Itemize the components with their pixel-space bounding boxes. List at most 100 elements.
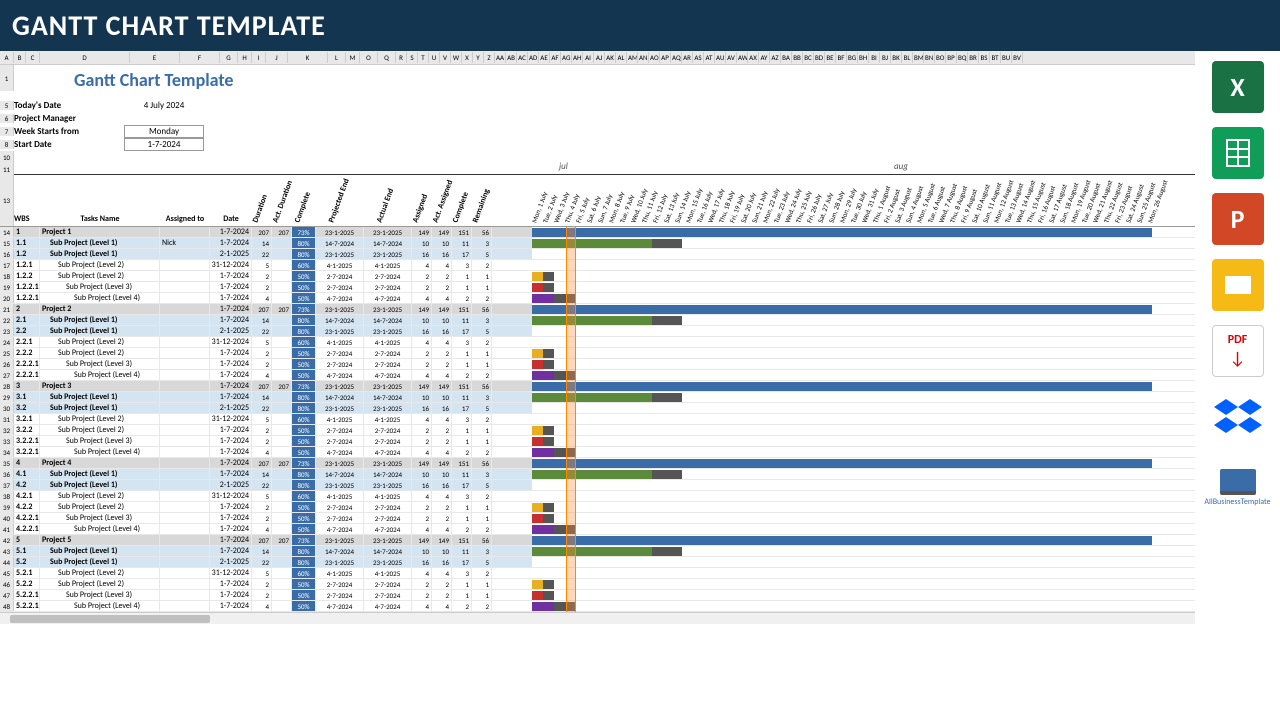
excel-icon[interactable]: X xyxy=(1212,61,1264,113)
table-row[interactable]: 445.2Sub Project (Level 1)2-1-20252280%2… xyxy=(0,557,1195,568)
task-cell: Sub Project (Level 3) xyxy=(40,513,160,523)
table-row[interactable]: 252.2.2Sub Project (Level 2)1-7-2024250%… xyxy=(0,348,1195,359)
complete-cell: 50% xyxy=(292,601,316,611)
hdr-assigned2: Assigned xyxy=(411,221,420,224)
row-num: 46 xyxy=(0,579,14,589)
table-row[interactable]: 313.2.1Sub Project (Level 2)31-12-202456… xyxy=(0,414,1195,425)
assigned-num-cell: 16 xyxy=(412,249,432,259)
gantt-cell xyxy=(532,326,1195,336)
table-row[interactable]: 343.2.2.1.1Sub Project (Level 4)1-7-2024… xyxy=(0,447,1195,458)
task-cell: Sub Project (Level 1) xyxy=(40,546,160,556)
table-row[interactable]: 181.2.2Sub Project (Level 2)1-7-2024250%… xyxy=(0,271,1195,282)
week-value[interactable]: Monday xyxy=(124,125,204,138)
act-assigned-cell: 16 xyxy=(432,326,452,336)
table-row[interactable]: 475.2.2.1Sub Project (Level 3)1-7-202425… xyxy=(0,590,1195,601)
actual-end-cell: 2-7-2024 xyxy=(364,513,412,523)
row-num: 31 xyxy=(0,414,14,424)
table-row[interactable]: 191.2.2.1Sub Project (Level 3)1-7-202425… xyxy=(0,282,1195,293)
table-row[interactable]: 425Project 51-7-202420720773%23-1-202523… xyxy=(0,535,1195,546)
act-duration-cell: 207 xyxy=(272,227,292,237)
table-row[interactable]: 404.2.2.1Sub Project (Level 3)1-7-202425… xyxy=(0,513,1195,524)
row-num: 16 xyxy=(0,249,14,259)
table-row[interactable]: 232.2Sub Project (Level 1)2-1-20252280%2… xyxy=(0,326,1195,337)
assigned-cell xyxy=(160,293,210,303)
table-row[interactable]: 242.2.1Sub Project (Level 2)31-12-202456… xyxy=(0,337,1195,348)
table-row[interactable]: 262.2.2.1Sub Project (Level 3)1-7-202425… xyxy=(0,359,1195,370)
duration-cell: 207 xyxy=(252,381,272,391)
table-row[interactable]: 465.2.2Sub Project (Level 2)1-7-2024250%… xyxy=(0,579,1195,590)
complete-cell: 60% xyxy=(292,260,316,270)
table-row[interactable]: 303.2Sub Project (Level 1)2-1-20252280%2… xyxy=(0,403,1195,414)
assigned-num-cell: 4 xyxy=(412,293,432,303)
complete-cell: 50% xyxy=(292,425,316,435)
table-row[interactable]: 435.1Sub Project (Level 1)1-7-20241480%1… xyxy=(0,546,1195,557)
table-row[interactable]: 333.2.2.1Sub Project (Level 3)1-7-202425… xyxy=(0,436,1195,447)
table-row[interactable]: 222.1Sub Project (Level 1)1-7-20241480%1… xyxy=(0,315,1195,326)
remaining-cell: 56 xyxy=(472,535,492,545)
table-row[interactable]: 171.2.1Sub Project (Level 2)31-12-202456… xyxy=(0,260,1195,271)
table-row[interactable]: 212Project 21-7-202420720773%23-1-202523… xyxy=(0,304,1195,315)
gantt-bar xyxy=(543,349,554,358)
assigned-cell xyxy=(160,579,210,589)
google-sheets-icon[interactable] xyxy=(1212,127,1264,179)
table-row[interactable]: 485.2.2.1.1Sub Project (Level 4)1-7-2024… xyxy=(0,601,1195,612)
table-row[interactable]: 141Project 11-7-202420720773%23-1-202523… xyxy=(0,227,1195,238)
gantt-cell xyxy=(532,414,1195,424)
projected-end-cell: 23-1-2025 xyxy=(316,381,364,391)
dropbox-icon[interactable] xyxy=(1212,391,1264,443)
table-row[interactable]: 414.2.2.1.1Sub Project (Level 4)1-7-2024… xyxy=(0,524,1195,535)
table-row[interactable]: 394.2.2Sub Project (Level 2)1-7-2024250%… xyxy=(0,502,1195,513)
assigned-num-cell: 4 xyxy=(412,601,432,611)
duration-cell: 22 xyxy=(252,557,272,567)
act-duration-cell: 207 xyxy=(272,458,292,468)
table-row[interactable]: 354Project 41-7-202420720773%23-1-202523… xyxy=(0,458,1195,469)
meta-block: 5Today's Date4 July 2024 6Project Manage… xyxy=(0,99,1195,151)
scroll-thumb[interactable] xyxy=(10,615,210,623)
pdf-icon[interactable]: PDF↓ xyxy=(1212,325,1264,377)
assigned-num-cell: 10 xyxy=(412,546,432,556)
actual-end-cell: 23-1-2025 xyxy=(364,227,412,237)
gantt-cell xyxy=(532,524,1195,534)
projected-end-cell: 2-7-2024 xyxy=(316,425,364,435)
assigned-cell: Nick xyxy=(160,238,210,248)
projected-end-cell: 14-7-2024 xyxy=(316,392,364,402)
act-assigned-cell: 10 xyxy=(432,238,452,248)
powerpoint-icon[interactable]: P xyxy=(1212,193,1264,245)
assigned-cell xyxy=(160,249,210,259)
act-assigned-cell: 4 xyxy=(432,414,452,424)
table-row[interactable]: 364.1Sub Project (Level 1)1-7-20241480%1… xyxy=(0,469,1195,480)
table-row[interactable]: 161.2Sub Project (Level 1)2-1-20252280%2… xyxy=(0,249,1195,260)
duration-cell: 4 xyxy=(252,524,272,534)
start-value[interactable]: 1-7-2024 xyxy=(124,138,204,151)
row-num: 22 xyxy=(0,315,14,325)
row-num: 39 xyxy=(0,502,14,512)
remaining-cell: 1 xyxy=(472,359,492,369)
duration-cell: 4 xyxy=(252,601,272,611)
table-row[interactable]: 384.2.1Sub Project (Level 2)31-12-202456… xyxy=(0,491,1195,502)
google-slides-icon[interactable] xyxy=(1212,259,1264,311)
table-row[interactable]: 201.2.2.1.1Sub Project (Level 4)1-7-2024… xyxy=(0,293,1195,304)
assigned-cell xyxy=(160,260,210,270)
horizontal-scrollbar[interactable] xyxy=(0,612,1195,624)
row-num: 14 xyxy=(0,227,14,237)
complete-num-cell: 151 xyxy=(452,227,472,237)
remaining-cell: 3 xyxy=(472,469,492,479)
page-title: GANTT CHART TEMPLATE xyxy=(12,8,326,43)
assigned-cell xyxy=(160,502,210,512)
date-cell: 2-1-2025 xyxy=(210,480,252,490)
complete-cell: 50% xyxy=(292,370,316,380)
task-cell: Sub Project (Level 4) xyxy=(40,524,160,534)
table-row[interactable]: 151.1Sub Project (Level 1)Nick1-7-202414… xyxy=(0,238,1195,249)
table-row[interactable]: 323.2.2Sub Project (Level 2)1-7-2024250%… xyxy=(0,425,1195,436)
complete-num-cell: 11 xyxy=(452,392,472,402)
table-row[interactable]: 293.1Sub Project (Level 1)1-7-20241480%1… xyxy=(0,392,1195,403)
assigned-num-cell: 2 xyxy=(412,425,432,435)
wbs-cell: 4.2.2 xyxy=(14,502,40,512)
table-row[interactable]: 455.2.1Sub Project (Level 2)31-12-202456… xyxy=(0,568,1195,579)
gantt-cell xyxy=(532,458,1195,468)
gantt-bar xyxy=(543,437,554,446)
table-row[interactable]: 272.2.2.1.1Sub Project (Level 4)1-7-2024… xyxy=(0,370,1195,381)
table-row[interactable]: 283Project 31-7-202420720773%23-1-202523… xyxy=(0,381,1195,392)
allbusinesstemplate-icon[interactable]: AllBusinessTemplate xyxy=(1212,457,1264,519)
table-row[interactable]: 374.2Sub Project (Level 1)2-1-20252280%2… xyxy=(0,480,1195,491)
